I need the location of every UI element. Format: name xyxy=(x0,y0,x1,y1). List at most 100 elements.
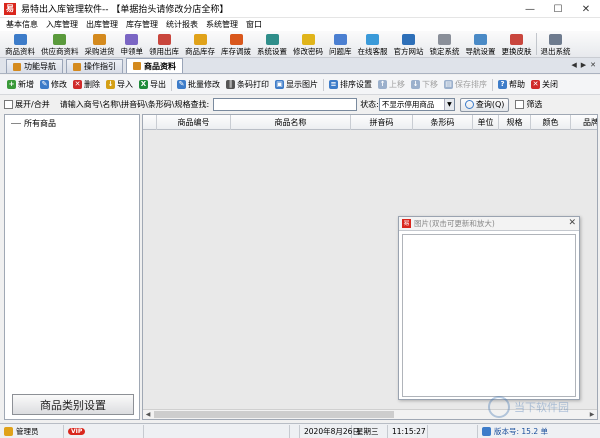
tab-2[interactable]: 操作指引 xyxy=(66,59,123,73)
status-blank xyxy=(144,424,290,438)
toolbar-button-11[interactable]: 在线客服 xyxy=(355,31,391,57)
action-button-10[interactable]: ↑ 上移 xyxy=(375,79,408,90)
status-select[interactable]: 不显示停用商品 ▼ xyxy=(378,98,455,111)
column-header-color[interactable]: 颜色 xyxy=(531,115,571,130)
action-button-12[interactable]: ▤ 保存排序 xyxy=(441,79,490,90)
column-header-brand[interactable]: 品牌 xyxy=(571,115,597,130)
category-tree-panel: 所有商品 商品类别设置 xyxy=(4,114,140,420)
tab-close-icon[interactable]: ✕ xyxy=(590,61,596,69)
menu-reports[interactable]: 统计报表 xyxy=(162,19,202,30)
action-button-14[interactable]: ✕ 关闭 xyxy=(528,79,561,90)
column-header-spec[interactable]: 规格 xyxy=(499,115,531,130)
menu-outbound[interactable]: 出库管理 xyxy=(82,19,122,30)
status-version-label: 版本号: 15.2 单 xyxy=(494,426,548,436)
search-input[interactable] xyxy=(213,98,358,111)
minimize-button[interactable]: — xyxy=(516,0,544,18)
expand-checkbox[interactable] xyxy=(4,100,13,109)
menu-basic-info[interactable]: 基本信息 xyxy=(2,19,42,30)
tab-prev-icon[interactable]: ◀ xyxy=(571,61,576,69)
scroll-left-icon[interactable]: ◀ xyxy=(143,410,153,419)
tree-item-all-products[interactable]: 所有商品 xyxy=(11,118,56,129)
action-button-13[interactable]: ? 帮助 xyxy=(495,79,528,90)
action-label: 下移 xyxy=(422,80,438,89)
action-button-5[interactable]: X 导出 xyxy=(136,79,169,90)
toolbar-button-4[interactable]: 申领单 xyxy=(118,31,147,57)
action-label: 显示图片 xyxy=(286,80,318,89)
action-label: 排序设置 xyxy=(340,80,372,89)
toolbar-button-7[interactable]: 库存调拨 xyxy=(218,31,254,57)
action-label: 删除 xyxy=(84,80,100,89)
toolbar-button-14[interactable]: 导航设置 xyxy=(463,31,499,57)
toolbar-button-15[interactable]: 更换皮肤 xyxy=(499,31,535,57)
toolbar-button-1[interactable]: 商品资料 xyxy=(2,31,38,57)
filter-checkbox[interactable] xyxy=(515,100,525,109)
scroll-right-icon[interactable]: ▶ xyxy=(587,410,597,419)
action-button-11[interactable]: ↓ 下移 xyxy=(408,79,441,90)
category-settings-button[interactable]: 商品类别设置 xyxy=(12,394,134,415)
column-header-barcode[interactable]: 条形码 xyxy=(413,115,473,130)
action-button-8[interactable]: ▣ 显示图片 xyxy=(272,79,321,90)
popup-app-icon: 易 xyxy=(402,219,411,228)
status-version: 版本号: 15.2 单 xyxy=(478,425,552,438)
action-button-7[interactable]: ║ 条码打印 xyxy=(223,79,272,90)
action-icon: ✎ xyxy=(177,80,186,89)
picture-area[interactable] xyxy=(402,234,576,397)
tab-3[interactable]: 商品资料 xyxy=(126,58,183,73)
chevron-down-icon[interactable]: ▼ xyxy=(443,99,454,110)
status-user-label: 管理员 xyxy=(16,426,39,436)
tab-page-icon xyxy=(73,62,81,71)
action-button-2[interactable]: ✎ 修改 xyxy=(37,79,70,90)
action-button-9[interactable]: ≡ 排序设置 xyxy=(326,79,375,90)
grid-header: 商品编号 商品名称 拼音码 条形码 单位 规格 颜色 品牌 xyxy=(143,115,597,130)
action-button-4[interactable]: ↓ 导入 xyxy=(103,79,136,90)
menu-stock[interactable]: 库存管理 xyxy=(122,19,162,30)
action-icon: ✕ xyxy=(531,80,540,89)
toolbar-button-3[interactable]: 采购进货 xyxy=(82,31,118,57)
action-label: 帮助 xyxy=(509,80,525,89)
menu-inbound[interactable]: 入库管理 xyxy=(42,19,82,30)
action-label: 批量修改 xyxy=(188,80,220,89)
action-label: 上移 xyxy=(389,80,405,89)
action-separator xyxy=(171,78,172,91)
action-button-1[interactable]: + 新增 xyxy=(4,79,37,90)
toolbar-button-6[interactable]: 商品库存 xyxy=(182,31,218,57)
tab-page-icon xyxy=(13,62,21,71)
action-toolbar: + 新增 ✎ 修改 ✕ 删除 ↓ 导入 X 导出 ✎ 批量修改 ║ 条码打印 ▣ 显示图片 ≡ 排序设置 ↑ 上移 ↓ 下… xyxy=(0,75,600,95)
toolbar-button-label: 退出系统 xyxy=(540,47,571,56)
status-time: 11:15:27 xyxy=(388,424,428,438)
popup-title-bar[interactable]: 易 图片(双击可更新和放大) ✕ xyxy=(399,217,579,231)
toolbar-button-12[interactable]: 官方网站 xyxy=(391,31,427,57)
action-label: 导出 xyxy=(150,80,166,89)
column-header-code[interactable]: 商品编号 xyxy=(157,115,231,130)
question-icon xyxy=(333,34,347,45)
exit-icon xyxy=(549,34,562,45)
tab-1[interactable]: 功能导航 xyxy=(6,59,63,73)
action-label: 条码打印 xyxy=(237,80,269,89)
action-button-6[interactable]: ✎ 批量修改 xyxy=(174,79,223,90)
toolbar-button-5[interactable]: 领用出库 xyxy=(146,31,182,57)
column-header-unit[interactable]: 单位 xyxy=(473,115,499,130)
tab-next-icon[interactable]: ▶ xyxy=(581,61,586,69)
maximize-button[interactable]: ☐ xyxy=(544,0,572,18)
toolbar-button-10[interactable]: 问题库 xyxy=(326,31,355,57)
popup-close-icon[interactable]: ✕ xyxy=(568,218,576,228)
column-header-pinyin[interactable]: 拼音码 xyxy=(351,115,413,130)
expand-label: 展开/合并 xyxy=(15,100,50,109)
column-header-name[interactable]: 商品名称 xyxy=(231,115,351,130)
scrollbar-thumb[interactable] xyxy=(154,411,394,418)
menu-system[interactable]: 系统管理 xyxy=(202,19,242,30)
toolbar-button-13[interactable]: 锁定系统 xyxy=(427,31,463,57)
status-label: 状态: xyxy=(360,100,379,109)
toolbar-button-label: 修改密码 xyxy=(293,47,323,56)
toolbar-button-label: 库存调拨 xyxy=(221,47,251,56)
menu-window[interactable]: 窗口 xyxy=(242,19,266,30)
toolbar-button-8[interactable]: 系统设置 xyxy=(254,31,290,57)
action-button-3[interactable]: ✕ 删除 xyxy=(70,79,103,90)
toolbar-button-2[interactable]: 供应商资料 xyxy=(38,31,82,57)
close-button[interactable]: ✕ xyxy=(572,0,600,18)
tab-label: 功能导航 xyxy=(24,62,56,71)
toolbar-button-16[interactable]: 退出系统 xyxy=(538,31,574,57)
toolbar-button-9[interactable]: 修改密码 xyxy=(290,31,326,57)
toolbar-button-label: 供应商资料 xyxy=(41,47,79,56)
query-button[interactable]: 查询(Q) xyxy=(459,97,510,112)
